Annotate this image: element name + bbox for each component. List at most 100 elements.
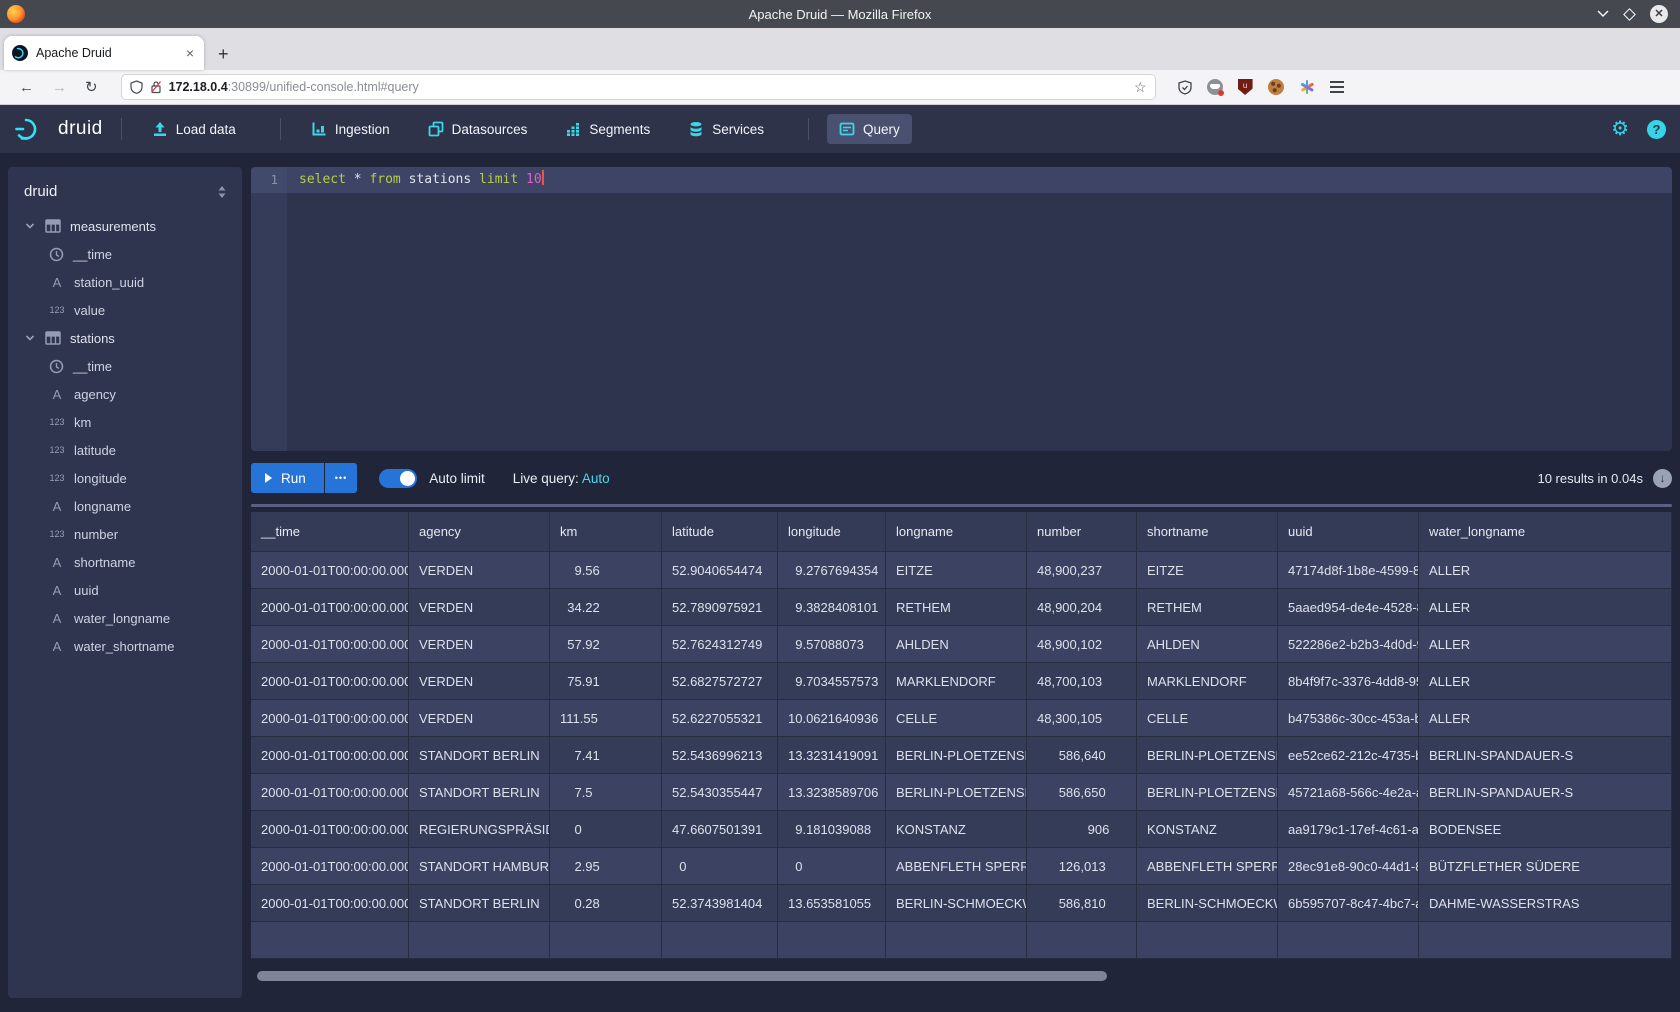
- table-cell[interactable]: b475386c-30cc-453a-b3: [1278, 700, 1419, 737]
- table-cell[interactable]: 5aaed954-de4e-4528-8f: [1278, 589, 1419, 626]
- table-cell[interactable]: BERLIN-SCHMOECKWIT: [1137, 885, 1278, 922]
- table-cell[interactable]: aa9179c1-17ef-4c61-a48: [1278, 811, 1419, 848]
- asterisk-extension-icon[interactable]: [1299, 79, 1315, 95]
- table-cell[interactable]: STANDORT BERLIN: [409, 737, 550, 774]
- menu-icon[interactable]: [1330, 81, 1344, 92]
- table-cell[interactable]: CELLE: [1137, 700, 1278, 737]
- column-header-agency[interactable]: agency: [409, 512, 550, 552]
- table-cell[interactable]: ALLER: [1419, 552, 1672, 589]
- table-cell[interactable]: VERDEN: [409, 626, 550, 663]
- table-cell[interactable]: VERDEN: [409, 552, 550, 589]
- table-cell[interactable]: 13.3238589706: [778, 774, 886, 811]
- table-cell[interactable]: 75.91: [550, 663, 662, 700]
- nav-segments[interactable]: Segments: [553, 114, 662, 144]
- query-text-line[interactable]: select * from stations limit 10: [287, 167, 1672, 193]
- horizontal-scrollbar[interactable]: [251, 971, 1672, 981]
- tree-column-longitude[interactable]: 123longitude: [8, 464, 242, 492]
- druid-brand[interactable]: druid: [14, 116, 103, 142]
- editor-code-area[interactable]: select * from stations limit 10: [287, 167, 1672, 451]
- table-cell[interactable]: 8b4f9f7c-3376-4dd8-95c: [1278, 663, 1419, 700]
- tree-column-value[interactable]: 123value: [8, 296, 242, 324]
- mask-extension-icon[interactable]: [1207, 79, 1223, 95]
- insecure-lock-icon[interactable]: [150, 80, 162, 94]
- table-cell[interactable]: MARKLENDORF: [886, 663, 1027, 700]
- table-cell[interactable]: MARKLENDORF: [1137, 663, 1278, 700]
- table-cell[interactable]: BODENSEE: [1419, 811, 1672, 848]
- tree-table-stations[interactable]: stations: [8, 324, 242, 352]
- run-button[interactable]: Run: [251, 463, 324, 493]
- run-more-options-button[interactable]: •••: [325, 463, 357, 493]
- live-query-value[interactable]: Auto: [582, 471, 610, 486]
- table-cell[interactable]: 2000-01-01T00:00:00.000Z: [251, 737, 409, 774]
- table-cell[interactable]: 0: [778, 848, 886, 885]
- nav-load-data[interactable]: Load data: [140, 114, 248, 144]
- table-cell[interactable]: 9.56: [550, 552, 662, 589]
- table-cell[interactable]: 6b595707-8c47-4bc7-a8: [1278, 885, 1419, 922]
- table-cell[interactable]: 52.6227055321: [662, 700, 778, 737]
- schema-selector[interactable]: druid: [24, 183, 216, 200]
- table-cell[interactable]: ALLER: [1419, 663, 1672, 700]
- query-editor[interactable]: 1 select * from stations limit 10: [251, 167, 1672, 451]
- table-cell[interactable]: KONSTANZ: [886, 811, 1027, 848]
- tree-table-measurements[interactable]: measurements: [8, 212, 242, 240]
- table-cell[interactable]: BERLIN-PLOETZENSEE C: [886, 737, 1027, 774]
- table-cell[interactable]: 2.95: [550, 848, 662, 885]
- table-cell[interactable]: VERDEN: [409, 700, 550, 737]
- nav-services[interactable]: Services: [676, 114, 776, 144]
- table-cell[interactable]: 0: [550, 811, 662, 848]
- column-header-shortname[interactable]: shortname: [1137, 512, 1278, 552]
- table-cell[interactable]: ALLER: [1419, 700, 1672, 737]
- tree-column-km[interactable]: 123km: [8, 408, 242, 436]
- table-cell[interactable]: 522286e2-b2b3-4d0d-9a: [1278, 626, 1419, 663]
- chevron-down-icon[interactable]: [24, 220, 36, 232]
- table-cell[interactable]: 586,650: [1027, 774, 1137, 811]
- table-cell[interactable]: VERDEN: [409, 589, 550, 626]
- table-cell[interactable]: 2000-01-01T00:00:00.000Z: [251, 589, 409, 626]
- table-cell[interactable]: 2000-01-01T00:00:00.000Z: [251, 700, 409, 737]
- tree-column-latitude[interactable]: 123latitude: [8, 436, 242, 464]
- table-cell[interactable]: 28ec91e8-90c0-44d1-8f: [1278, 848, 1419, 885]
- table-cell[interactable]: BERLIN-SPANDAUER-S: [1419, 737, 1672, 774]
- bookmark-star-icon[interactable]: ☆: [1134, 79, 1147, 96]
- table-cell[interactable]: 48,900,237: [1027, 552, 1137, 589]
- column-header-latitude[interactable]: latitude: [662, 512, 778, 552]
- table-cell[interactable]: 52.6827572727: [662, 663, 778, 700]
- download-results-button[interactable]: ↓: [1653, 469, 1672, 488]
- table-cell[interactable]: 2000-01-01T00:00:00.000Z: [251, 774, 409, 811]
- url-bar[interactable]: 172.18.0.4:30899/unified-console.html#qu…: [121, 74, 1156, 100]
- table-cell[interactable]: 48,900,204: [1027, 589, 1137, 626]
- table-cell[interactable]: ABBENFLETH SPERRWEI: [886, 848, 1027, 885]
- column-header-uuid[interactable]: uuid: [1278, 512, 1419, 552]
- table-cell[interactable]: 126,013: [1027, 848, 1137, 885]
- table-cell[interactable]: 52.7624312749: [662, 626, 778, 663]
- table-cell[interactable]: BERLIN-SCHMOECKWITZ: [886, 885, 1027, 922]
- help-icon[interactable]: ?: [1647, 120, 1666, 139]
- chevron-down-icon[interactable]: [24, 332, 36, 344]
- reload-button[interactable]: ↻: [85, 78, 98, 96]
- table-cell[interactable]: 52.9040654474: [662, 552, 778, 589]
- window-maximize-button[interactable]: [1623, 8, 1636, 21]
- table-cell[interactable]: ABBENFLETH SPERRWEI: [1137, 848, 1278, 885]
- table-cell[interactable]: BERLIN-PLOETZENSEE U: [886, 774, 1027, 811]
- table-cell[interactable]: 7.5: [550, 774, 662, 811]
- tree-column-water_longname[interactable]: Awater_longname: [8, 604, 242, 632]
- table-cell[interactable]: 9.3828408101: [778, 589, 886, 626]
- table-cell[interactable]: EITZE: [886, 552, 1027, 589]
- column-header-longname[interactable]: longname: [886, 512, 1027, 552]
- table-cell[interactable]: AHLDEN: [1137, 626, 1278, 663]
- column-header-__time[interactable]: __time: [251, 512, 409, 552]
- tree-column-uuid[interactable]: Auuid: [8, 576, 242, 604]
- window-minimize-button[interactable]: [1597, 10, 1609, 18]
- table-cell[interactable]: 52.3743981404: [662, 885, 778, 922]
- nav-ingestion[interactable]: Ingestion: [299, 114, 402, 144]
- table-cell[interactable]: 586,810: [1027, 885, 1137, 922]
- table-cell[interactable]: 52.5436996213: [662, 737, 778, 774]
- table-cell[interactable]: 9.7034557573: [778, 663, 886, 700]
- back-button[interactable]: ←: [19, 79, 34, 96]
- tree-column-__time[interactable]: __time: [8, 352, 242, 380]
- table-cell[interactable]: 0.28: [550, 885, 662, 922]
- table-cell[interactable]: VERDEN: [409, 663, 550, 700]
- table-cell[interactable]: RETHEM: [1137, 589, 1278, 626]
- table-cell[interactable]: REGIERUNGSPRÄSIDIUM: [409, 811, 550, 848]
- table-cell[interactable]: 34.22: [550, 589, 662, 626]
